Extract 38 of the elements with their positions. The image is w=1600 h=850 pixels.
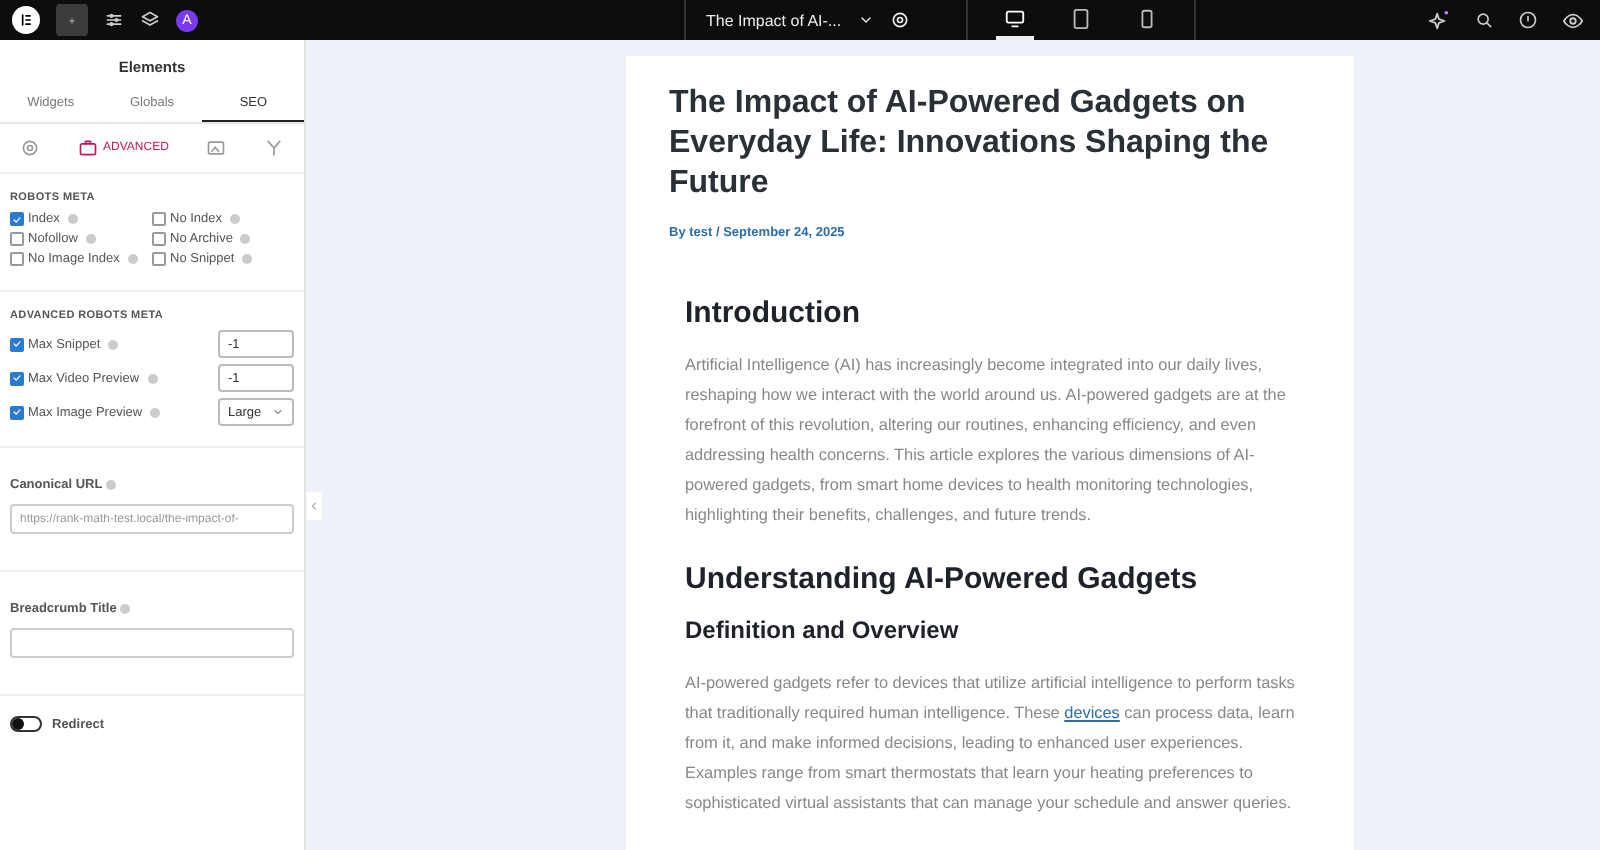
checkbox[interactable] (10, 337, 24, 351)
toggle-switch[interactable] (10, 716, 42, 732)
document-title[interactable]: The Impact of AI-... (706, 11, 842, 29)
checkbox[interactable] (152, 232, 166, 246)
input-field[interactable] (10, 628, 294, 658)
check-icon (12, 338, 22, 350)
checkbox[interactable] (152, 212, 166, 226)
section-heading: Understanding AI-Powered Gadgets (685, 562, 1200, 596)
checkbox[interactable] (10, 252, 24, 266)
sparkle-icon[interactable] (1428, 9, 1450, 31)
check-icon (12, 406, 22, 418)
desktop-icon[interactable] (1004, 7, 1026, 29)
subheading: Definition and Overview (685, 616, 961, 644)
tablet-icon[interactable] (1070, 7, 1092, 29)
article-title: The Impact of AI-Powered Gadgets on Everyday Life: Innovations Shaping the Future (669, 84, 1271, 204)
section-heading: Introduction (685, 296, 862, 330)
sliders-icon[interactable] (104, 10, 124, 30)
collapse-handle[interactable] (306, 492, 322, 520)
eye-icon[interactable] (1562, 9, 1584, 31)
chevron-down-icon[interactable] (857, 12, 874, 28)
search-icon[interactable] (1474, 10, 1494, 30)
checkbox[interactable] (10, 232, 24, 246)
paragraph: AI-powered gadgets refer to devices that utilize artificial intelligence to perform tasks that traditionally required human intelligence. These devices can process data, learn from it, and make informed decisions, leading to enhanced user experiences. Examples range from smart thermostats that learn your heating preferences to sophisticated virtual assistants that can manage your schedule and answer queries. (685, 672, 1297, 816)
check-icon (12, 372, 22, 384)
logo-icon[interactable] (12, 6, 40, 34)
checkbox[interactable] (10, 405, 24, 419)
mobile-icon[interactable] (1136, 7, 1158, 29)
layers-icon[interactable] (140, 10, 160, 30)
check-icon (12, 213, 22, 225)
briefcase-icon (77, 138, 98, 158)
checkbox[interactable] (152, 252, 166, 266)
checkbox[interactable] (10, 212, 24, 226)
paragraph: Artificial Intelligence (AI) has increasingly become integrated into our daily lives, reshaping how we interact with the world around us. AI-powered gadgets are at the forefront of this revolution, altering our routines, enhancing efficiency, and even addressing health concerns. This article explores the various dimensions of AI-powered gadgets, from smart home devices to health monitoring technologies, highlighting their benefits, challenges, and future trends. (685, 354, 1288, 528)
checkbox[interactable] (10, 371, 24, 385)
settings-icon[interactable] (889, 10, 910, 30)
chevron-down-icon (272, 406, 284, 418)
chevron-left-icon (308, 500, 320, 512)
link[interactable]: devices (1064, 704, 1120, 722)
